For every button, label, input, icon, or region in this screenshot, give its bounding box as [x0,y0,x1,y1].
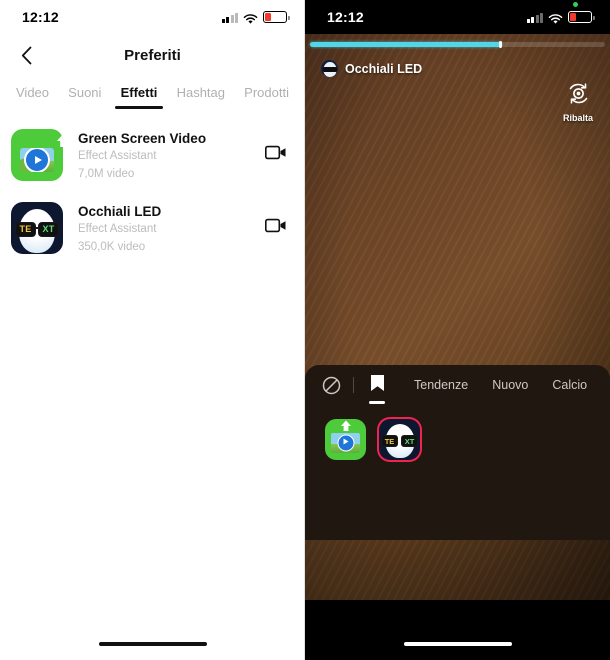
green-screen-effect-thumbnail [11,129,63,181]
tray-tab-tendenze[interactable]: Tendenze [414,378,468,392]
camera-flip-icon [566,82,591,110]
flip-camera-button[interactable]: Ribalta [556,82,600,123]
battery-low-icon [263,11,290,23]
left-phone-screen: 12:12 Preferiti Video Suoni Effetti Hash… [0,0,305,660]
led-glasses-effect-thumbnail: TE XT [11,201,63,254]
home-indicator [98,642,207,646]
list-item-author: Effect Assistant [78,223,157,236]
wifi-icon [243,12,258,24]
left-status-bar: 12:12 [0,0,305,34]
right-bottom-bar [305,600,610,660]
list-item-author: Effect Assistant [78,150,157,163]
tab-effetti[interactable]: Effetti [114,80,164,109]
list-item-stats: 350,0K video [78,240,146,253]
active-effect-label: Occhiali LED [345,61,423,76]
favorites-tab-bar: Video Suoni Effetti Hashtag Prodotti [0,76,305,109]
video-camera-icon[interactable] [261,129,291,160]
tab-suoni[interactable]: Suoni [66,80,103,105]
bookmark-tab[interactable] [364,374,390,404]
status-time: 12:12 [327,9,364,25]
status-time: 12:12 [22,9,59,25]
page-title: Preferiti [124,46,181,64]
recording-progress-fill [310,41,502,48]
no-effect-icon[interactable] [319,376,343,395]
tray-tab-nuovo[interactable]: Nuovo [492,378,528,392]
status-indicators [526,11,595,24]
effect-tray-tabs: Tendenze Nuovo Calcio [305,365,610,405]
bookmark-icon [370,374,385,397]
list-item-title: Green Screen Video [78,131,207,146]
tab-video[interactable]: Video [14,80,51,105]
home-indicator [403,642,512,646]
list-item[interactable]: Green Screen Video Effect Assistant 7,0M… [0,120,305,193]
tray-tab-calcio[interactable]: Calcio [552,378,587,392]
active-effect-chip[interactable]: Occhiali LED [321,60,422,77]
right-phone-screen: 12:12 Occhiali LED Ribalta Tendenze Nuov… [305,0,610,660]
lens-text-left: TE [384,436,395,446]
recording-progress-bar [310,41,605,48]
list-item-title: Occhiali LED [78,203,162,219]
led-glasses-effect-thumbnail [321,60,338,77]
effects-list: Green Screen Video Effect Assistant 7,0M… [0,108,305,266]
flip-camera-label: Ribalta [562,113,593,123]
tab-prodotti[interactable]: Prodotti [242,80,291,105]
tab-hashtag[interactable]: Hashtag [175,80,227,105]
battery-low-icon [568,11,595,23]
effect-thumbnail-grid: TE XT [305,405,610,460]
lens-text-left: TE [19,224,32,235]
effect-picker-tray: Tendenze Nuovo Calcio TE XT [305,365,610,540]
wifi-icon [548,12,563,24]
active-tab-underline [369,401,385,404]
dual-screenshot: 12:12 Preferiti Video Suoni Effetti Hash… [0,0,610,660]
list-item-text: Occhiali LED Effect Assistant 350,0K vid… [63,202,261,257]
green-privacy-dot [573,2,578,7]
list-item-text: Green Screen Video Effect Assistant 7,0M… [63,129,261,184]
right-status-bar: 12:12 [305,0,610,34]
cellular-bars-icon [221,12,238,23]
back-button[interactable] [12,41,40,69]
list-item-stats: 7,0M video [78,168,135,181]
screen-divider [304,0,305,660]
left-nav-bar: Preferiti [0,34,305,76]
camera-viewfinder[interactable]: Occhiali LED Ribalta Tendenze Nuovo Calc… [305,34,610,600]
list-item[interactable]: TE XT Occhiali LED Effect Assistant 350,… [0,193,305,266]
effect-item-led-glasses[interactable]: TE XT [379,419,420,460]
cellular-bars-icon [526,12,543,23]
effect-item-green-screen[interactable] [325,419,366,460]
lens-text-right: XT [404,436,415,446]
tray-tab-divider [353,377,354,393]
lens-text-right: XT [42,224,55,235]
video-camera-icon[interactable] [261,202,291,233]
status-indicators [221,11,290,24]
